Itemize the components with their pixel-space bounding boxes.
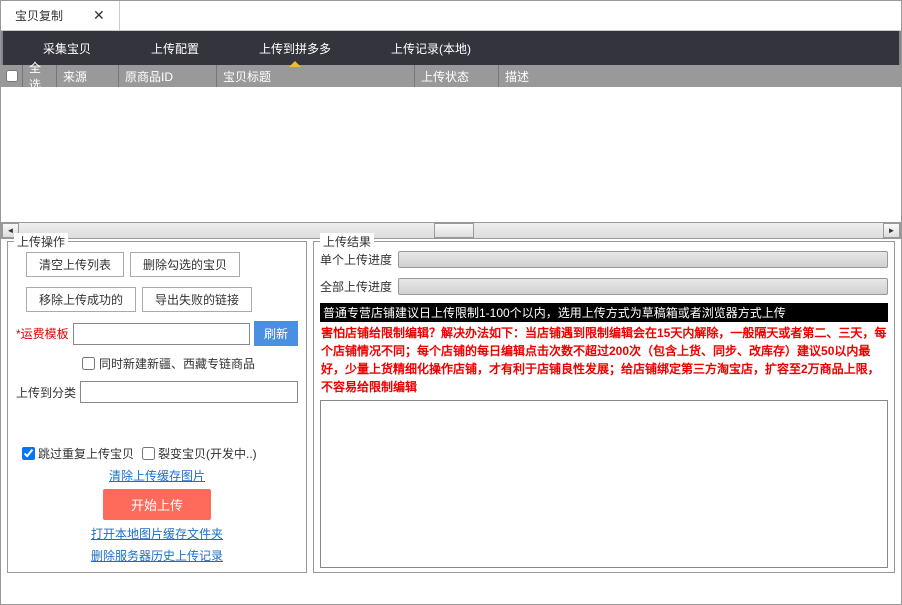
skip-duplicate-checkbox[interactable] bbox=[22, 447, 35, 460]
single-progress-bar bbox=[398, 251, 888, 268]
th-title[interactable]: 宝贝标题 bbox=[217, 65, 415, 87]
window-tab[interactable]: 宝贝复制 ✕ bbox=[1, 1, 120, 31]
th-status[interactable]: 上传状态 bbox=[415, 65, 499, 87]
th-checkbox bbox=[1, 65, 23, 87]
single-progress-label: 单个上传进度 bbox=[320, 251, 392, 268]
th-source[interactable]: 来源 bbox=[57, 65, 119, 87]
nav-collect[interactable]: 采集宝贝 bbox=[13, 31, 121, 65]
red-notice: 害怕店铺给限制编辑？解决办法如下：当店铺遇到限制编辑会在15天内解除，一般隔天或… bbox=[320, 322, 888, 398]
close-icon[interactable]: ✕ bbox=[93, 7, 105, 24]
th-origid[interactable]: 原商品ID bbox=[119, 65, 217, 87]
split-item-label: 裂变宝贝(开发中..) bbox=[158, 445, 257, 462]
nav-upload-config[interactable]: 上传配置 bbox=[121, 31, 229, 65]
table-body bbox=[1, 87, 901, 222]
total-progress-label: 全部上传进度 bbox=[320, 278, 392, 295]
result-output-box bbox=[320, 400, 888, 568]
bottom-controls: 跳过重复上传宝贝 裂变宝贝(开发中..) 清除上传缓存图片 开始上传 打开本地图… bbox=[16, 445, 298, 564]
main-area: 上传操作 清空上传列表 删除勾选的宝贝 移除上传成功的 导出失败的链接 *运费模… bbox=[1, 239, 901, 579]
xinjiang-label: 同时新建新疆、西藏专链商品 bbox=[99, 355, 255, 372]
upload-result-panel: 上传结果 单个上传进度 全部上传进度 普通专营店铺建议日上传限制1-100个以内… bbox=[313, 241, 895, 573]
total-progress-bar bbox=[398, 278, 888, 295]
horizontal-scrollbar[interactable]: ◄ ► bbox=[1, 222, 901, 239]
clear-cache-link[interactable]: 清除上传缓存图片 bbox=[109, 467, 205, 484]
export-failed-button[interactable]: 导出失败的链接 bbox=[142, 287, 252, 312]
category-label: 上传到分类 bbox=[16, 384, 76, 401]
left-panel-title: 上传操作 bbox=[14, 233, 68, 250]
delete-checked-button[interactable]: 删除勾选的宝贝 bbox=[130, 252, 240, 277]
upload-operations-panel: 上传操作 清空上传列表 删除勾选的宝贝 移除上传成功的 导出失败的链接 *运费模… bbox=[7, 241, 307, 573]
nav-bar: 采集宝贝 上传配置 上传到拼多多 上传记录(本地) bbox=[1, 31, 901, 65]
scroll-track[interactable] bbox=[19, 223, 883, 238]
open-local-folder-link[interactable]: 打开本地图片缓存文件夹 bbox=[91, 525, 223, 542]
th-selectall[interactable]: 全选 bbox=[23, 65, 57, 87]
delete-history-link[interactable]: 删除服务器历史上传记录 bbox=[91, 547, 223, 564]
nav-upload-pdd[interactable]: 上传到拼多多 bbox=[229, 31, 361, 65]
scroll-thumb[interactable] bbox=[434, 223, 474, 238]
nav-upload-log[interactable]: 上传记录(本地) bbox=[361, 31, 501, 65]
black-notice: 普通专营店铺建议日上传限制1-100个以内，选用上传方式为草稿箱或者浏览器方式上… bbox=[320, 303, 888, 322]
table-header: 全选 来源 原商品ID 宝贝标题 上传状态 描述 bbox=[1, 65, 901, 87]
skip-duplicate-label: 跳过重复上传宝贝 bbox=[38, 445, 134, 462]
select-all-checkbox[interactable] bbox=[6, 70, 18, 82]
scroll-right-icon[interactable]: ► bbox=[883, 223, 900, 238]
remove-success-button[interactable]: 移除上传成功的 bbox=[26, 287, 136, 312]
freight-template-select[interactable] bbox=[73, 323, 250, 345]
refresh-button[interactable]: 刷新 bbox=[254, 321, 298, 346]
right-panel-title: 上传结果 bbox=[320, 233, 374, 250]
start-upload-button[interactable]: 开始上传 bbox=[103, 489, 211, 520]
clear-list-button[interactable]: 清空上传列表 bbox=[26, 252, 124, 277]
category-input[interactable] bbox=[80, 381, 298, 403]
xinjiang-checkbox[interactable] bbox=[82, 357, 95, 370]
tab-title: 宝贝复制 bbox=[15, 7, 63, 24]
th-desc[interactable]: 描述 bbox=[499, 65, 901, 87]
freight-label: *运费模板 bbox=[16, 325, 69, 342]
window-tab-bar: 宝贝复制 ✕ bbox=[1, 1, 901, 31]
split-item-checkbox[interactable] bbox=[142, 447, 155, 460]
